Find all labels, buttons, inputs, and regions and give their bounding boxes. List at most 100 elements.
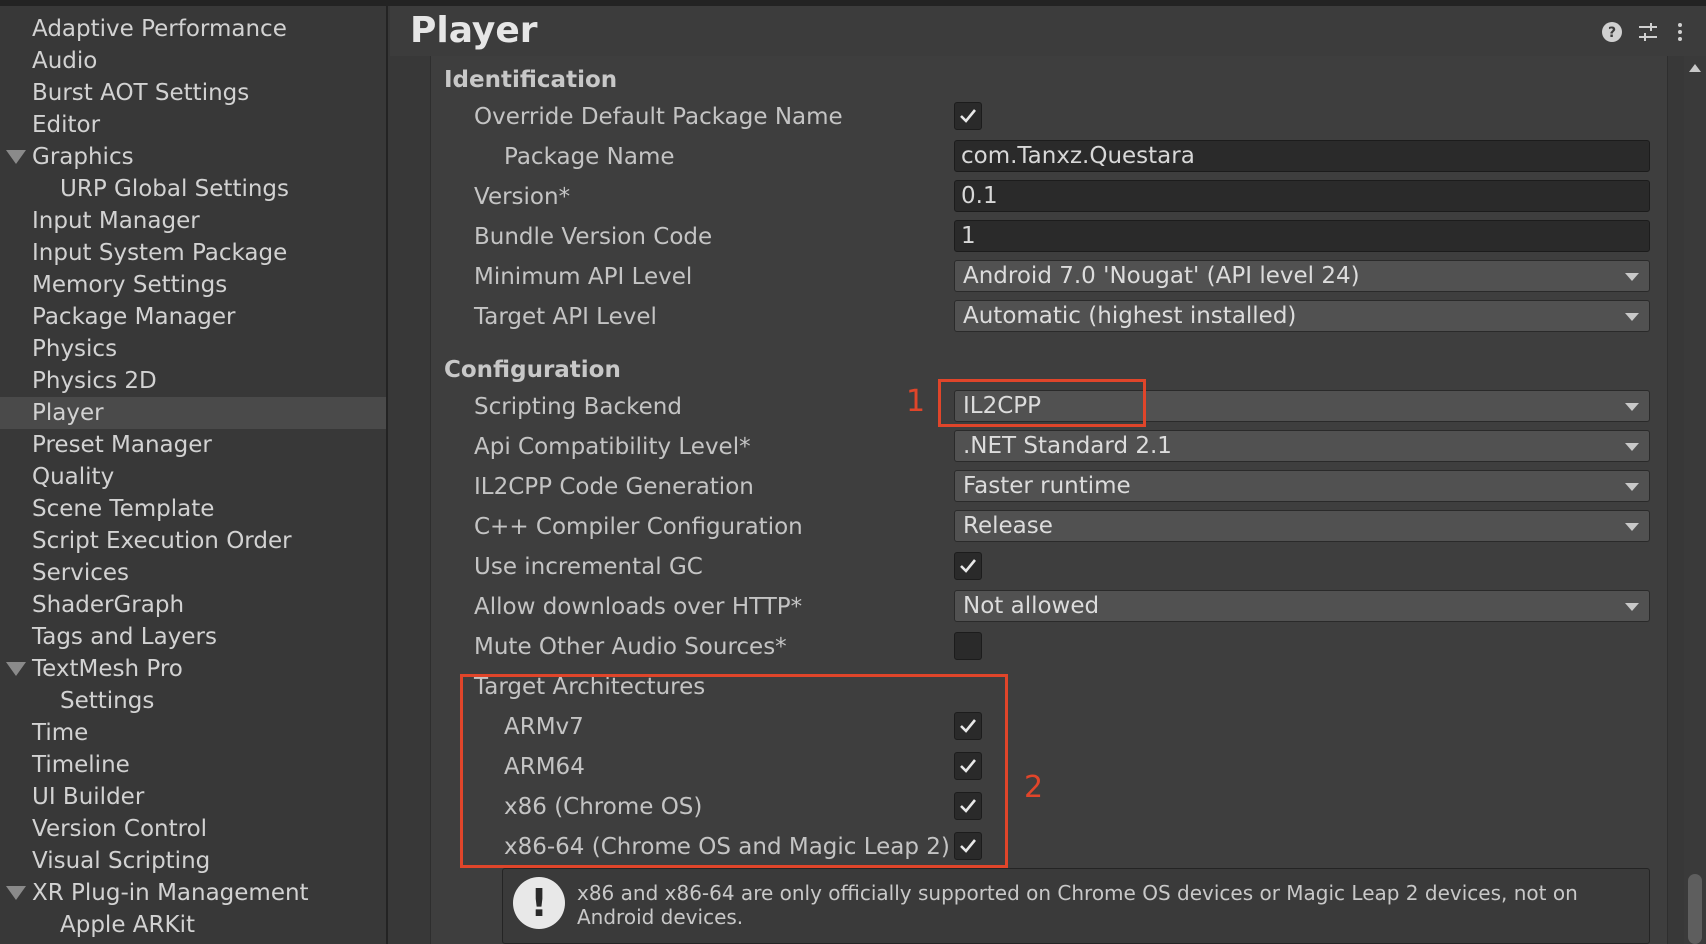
dropdown-arrow-icon — [1625, 483, 1639, 491]
sidebar-item-version-control[interactable]: Version Control — [0, 813, 386, 845]
sidebar-item-adaptive-performance[interactable]: Adaptive Performance — [0, 13, 386, 45]
http-downloads-dropdown[interactable]: Not allowed — [954, 590, 1650, 622]
mute-audio-checkbox[interactable] — [954, 632, 982, 660]
sidebar-item-label: Player — [32, 400, 104, 426]
expand-triangle-icon[interactable] — [6, 886, 26, 900]
api-compat-dropdown[interactable]: .NET Standard 2.1 — [954, 430, 1650, 462]
vertical-scrollbar[interactable] — [1684, 56, 1706, 944]
sidebar-item-services[interactable]: Services — [0, 557, 386, 589]
sidebar-item-label: Script Execution Order — [32, 528, 292, 554]
sidebar-item-input-system[interactable]: Input System Package — [0, 237, 386, 269]
sidebar-item-label: URP Global Settings — [60, 176, 290, 202]
dropdown-arrow-icon — [1625, 313, 1639, 321]
package-name-input[interactable]: com.Tanxz.Questara — [954, 140, 1650, 172]
sidebar-item-label: ShaderGraph — [32, 592, 185, 618]
dropdown-value: Automatic (highest installed) — [963, 303, 1297, 329]
dropdown-value: Not allowed — [963, 593, 1100, 619]
incremental-gc-checkbox[interactable] — [954, 552, 982, 580]
sidebar-item-label: Physics 2D — [32, 368, 157, 394]
mute-audio-label: Mute Other Audio Sources* — [474, 634, 787, 660]
bundle-version-code-input[interactable]: 1 — [954, 220, 1650, 252]
il2cpp-codegen-label: IL2CPP Code Generation — [474, 474, 754, 500]
bundle-version-code-label: Bundle Version Code — [474, 224, 713, 250]
target-api-level-label: Target API Level — [474, 304, 657, 330]
sidebar-item-label: XR Plug-in Management — [32, 880, 309, 906]
checkmark-icon — [960, 109, 977, 123]
version-label: Version* — [474, 184, 571, 210]
sidebar-item-urp-global-settings[interactable]: URP Global Settings — [0, 173, 386, 205]
sidebar-item-burst-aot[interactable]: Burst AOT Settings — [0, 77, 386, 109]
sidebar-item-time[interactable]: Time — [0, 717, 386, 749]
sidebar-item-label: Preset Manager — [32, 432, 212, 458]
min-api-level-dropdown[interactable]: Android 7.0 'Nougat' (API level 24) — [954, 260, 1650, 292]
sidebar-item-audio[interactable]: Audio — [0, 45, 386, 77]
sidebar-item-ui-builder[interactable]: UI Builder — [0, 781, 386, 813]
sidebar-item-label: Services — [32, 560, 129, 586]
sidebar-item-label: TextMesh Pro — [32, 656, 183, 682]
sidebar-item-apple-arkit[interactable]: Apple ARKit — [0, 909, 386, 941]
sidebar-item-timeline[interactable]: Timeline — [0, 749, 386, 781]
sidebar-item-label: Timeline — [32, 752, 130, 778]
sidebar-item-physics[interactable]: Physics — [0, 333, 386, 365]
sidebar-item-physics-2d[interactable]: Physics 2D — [0, 365, 386, 397]
sidebar-item-label: Editor — [32, 112, 101, 138]
page-title: Player — [410, 10, 538, 51]
dropdown-arrow-icon — [1625, 443, 1639, 451]
http-downloads-label: Allow downloads over HTTP* — [474, 594, 803, 620]
warning-helpbox: ! x86 and x86-64 are only officially sup… — [502, 868, 1650, 944]
scroll-thumb[interactable] — [1688, 874, 1702, 944]
help-icon[interactable]: ? — [1600, 20, 1624, 44]
sidebar-item-label: Package Manager — [32, 304, 236, 330]
sidebar-item-label: Input System Package — [32, 240, 288, 266]
sidebar-item-player[interactable]: Player — [0, 397, 386, 429]
api-compat-label: Api Compatibility Level* — [474, 434, 751, 460]
sidebar-item-label: Quality — [32, 464, 115, 490]
sidebar-item-tags-and-layers[interactable]: Tags and Layers — [0, 621, 386, 653]
version-input[interactable]: 0.1 — [954, 180, 1650, 212]
inspector-header: Player ? — [390, 6, 1706, 56]
annotation-number-1: 1 — [906, 384, 926, 419]
cpp-compiler-dropdown[interactable]: Release — [954, 510, 1650, 542]
sidebar-item-textmesh-pro[interactable]: TextMesh Pro — [0, 653, 386, 685]
annotation-number-2: 2 — [1024, 770, 1044, 805]
sidebar-item-quality[interactable]: Quality — [0, 461, 386, 493]
warning-icon: ! — [513, 877, 565, 929]
sidebar-item-label: Version Control — [32, 816, 208, 842]
svg-text:?: ? — [1608, 25, 1616, 41]
dropdown-value: Faster runtime — [963, 473, 1131, 499]
sidebar-item-graphics[interactable]: Graphics — [0, 141, 386, 173]
sidebar-item-label: UI Builder — [32, 784, 145, 810]
dropdown-arrow-icon — [1625, 523, 1639, 531]
sidebar-item-label: Audio — [32, 48, 98, 74]
sidebar-item-input-manager[interactable]: Input Manager — [0, 205, 386, 237]
target-api-level-dropdown[interactable]: Automatic (highest installed) — [954, 300, 1650, 332]
override-package-name-checkbox[interactable] — [954, 102, 982, 130]
sidebar-item-scene-template[interactable]: Scene Template — [0, 493, 386, 525]
section-configuration: Configuration — [444, 357, 621, 383]
sidebar-item-memory-settings[interactable]: Memory Settings — [0, 269, 386, 301]
section-identification: Identification — [444, 67, 618, 93]
preset-sliders-icon[interactable] — [1636, 20, 1660, 44]
expand-triangle-icon[interactable] — [6, 662, 26, 676]
dropdown-arrow-icon — [1625, 403, 1639, 411]
sidebar-item-tmp-settings[interactable]: Settings — [0, 685, 386, 717]
il2cpp-codegen-dropdown[interactable]: Faster runtime — [954, 470, 1650, 502]
sidebar-item-package-manager[interactable]: Package Manager — [0, 301, 386, 333]
more-menu-icon[interactable] — [1668, 20, 1692, 44]
sidebar-item-label: Memory Settings — [32, 272, 228, 298]
package-name-label: Package Name — [504, 144, 675, 170]
dropdown-value: Release — [963, 513, 1053, 539]
sidebar-item-label: Graphics — [32, 144, 134, 170]
sidebar-item-preset-manager[interactable]: Preset Manager — [0, 429, 386, 461]
sidebar-item-shadergraph[interactable]: ShaderGraph — [0, 589, 386, 621]
sidebar-item-editor[interactable]: Editor — [0, 109, 386, 141]
override-package-name-label: Override Default Package Name — [474, 104, 843, 130]
sidebar-item-visual-scripting[interactable]: Visual Scripting — [0, 845, 386, 877]
cpp-compiler-label: C++ Compiler Configuration — [474, 514, 803, 540]
sidebar-item-label: Burst AOT Settings — [32, 80, 250, 106]
dropdown-value: .NET Standard 2.1 — [963, 433, 1172, 459]
scroll-up-arrow-icon[interactable] — [1689, 64, 1701, 72]
sidebar-item-xr-plugin-management[interactable]: XR Plug-in Management — [0, 877, 386, 909]
expand-triangle-icon[interactable] — [6, 150, 26, 164]
sidebar-item-script-execution-order[interactable]: Script Execution Order — [0, 525, 386, 557]
